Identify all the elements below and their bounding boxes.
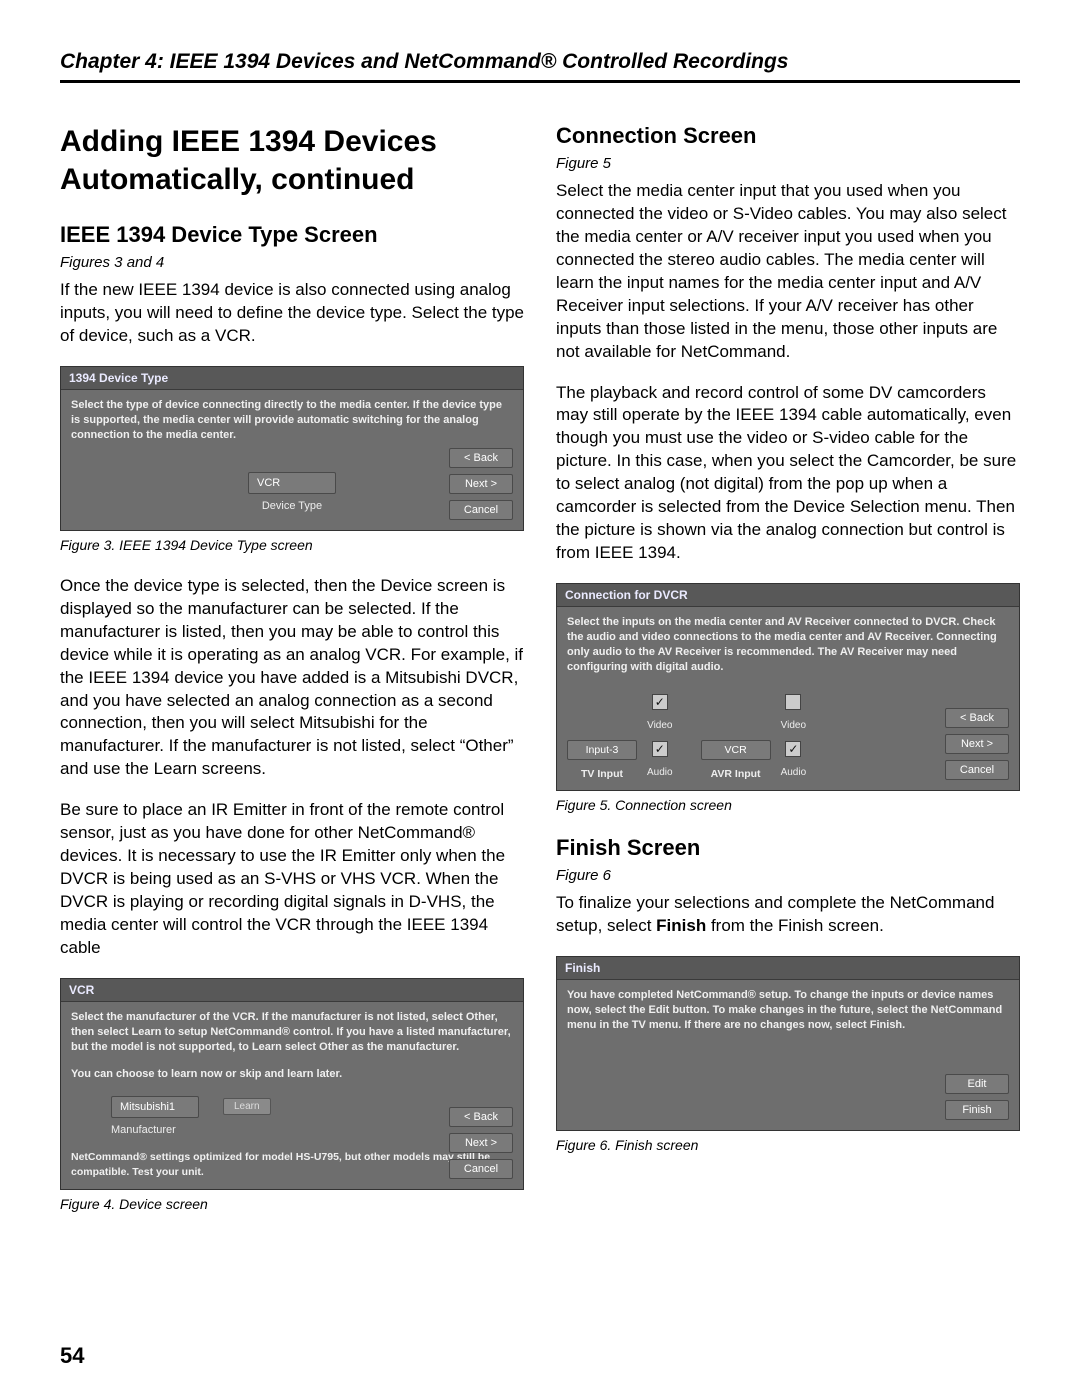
avr-video-checkbox[interactable] [785,694,801,710]
dialog-1394-device-type: 1394 Device Type Select the type of devi… [60,366,524,531]
section-title-device-type: IEEE 1394 Device Type Screen [60,222,524,248]
next-button[interactable]: Next > [945,734,1009,754]
video-label: Video [647,720,672,731]
tv-video-checkbox[interactable]: ✓ [652,694,668,710]
finish-bold: Finish [656,916,706,935]
two-column-layout: Adding IEEE 1394 Devices Automatically, … [60,123,1020,1234]
back-button[interactable]: < Back [449,1107,513,1127]
figure-5-caption: Figure 5. Connection screen [556,797,1020,813]
dialog-titlebar: VCR [61,979,523,1002]
section-title-connection: Connection Screen [556,123,1020,149]
audio-label: Audio [781,767,807,778]
cancel-button[interactable]: Cancel [449,1159,513,1179]
finish-button[interactable]: Finish [945,1100,1009,1120]
avr-input-group: VCR AVR Input Video ✓ Audio [701,694,807,780]
dialog-note: NetCommand® settings optimized for model… [71,1150,513,1178]
video-label: Video [781,720,806,731]
figure-ref-6: Figure 6 [556,867,1020,884]
avr-input-label: AVR Input [701,768,771,780]
para-ir-emitter: Be sure to place an IR Emitter in front … [60,799,524,960]
edit-button[interactable]: Edit [945,1074,1009,1094]
para-connection-2: The playback and record control of some … [556,382,1020,566]
back-button[interactable]: < Back [449,448,513,468]
para-device-type-intro: If the new IEEE 1394 device is also conn… [60,279,524,348]
next-button[interactable]: Next > [449,1133,513,1153]
learn-button[interactable]: Learn [223,1098,271,1115]
next-button[interactable]: Next > [449,474,513,494]
dialog-titlebar: 1394 Device Type [61,367,523,390]
device-type-field[interactable]: VCR [248,472,336,494]
chapter-header: Chapter 4: IEEE 1394 Devices and NetComm… [60,50,1020,83]
tv-input-group: Input-3 TV Input ✓ Video ✓ Audio [567,694,673,780]
dialog-connection-dvcr: Connection for DVCR Select the inputs on… [556,583,1020,791]
main-title: Adding IEEE 1394 Devices Automatically, … [60,123,524,198]
dialog-instruction: Select the manufacturer of the VCR. If t… [71,1010,513,1055]
dialog-instruction: Select the type of device connecting dir… [71,398,513,443]
dialog-instruction: Select the inputs on the media center an… [567,615,1009,674]
para-device-selected: Once the device type is selected, then t… [60,575,524,781]
tv-audio-checkbox[interactable]: ✓ [652,741,668,757]
dialog-titlebar: Connection for DVCR [557,584,1019,607]
device-type-label: Device Type [262,500,322,512]
back-button[interactable]: < Back [945,708,1009,728]
dialog-titlebar: Finish [557,957,1019,980]
left-column: Adding IEEE 1394 Devices Automatically, … [60,123,524,1234]
tv-input-label: TV Input [567,768,637,780]
page-number: 54 [60,1343,84,1369]
figure-3-caption: Figure 3. IEEE 1394 Device Type screen [60,537,524,553]
dialog-hint: You can choose to learn now or skip and … [71,1068,513,1080]
manufacturer-field[interactable]: Mitsubishi1 [111,1096,199,1118]
figure-4-caption: Figure 4. Device screen [60,1196,524,1212]
figure-ref-3-4: Figures 3 and 4 [60,254,524,271]
figure-ref-5: Figure 5 [556,155,1020,172]
manufacturer-label: Manufacturer [111,1124,199,1136]
para-connection-1: Select the media center input that you u… [556,180,1020,364]
figure-6-caption: Figure 6. Finish screen [556,1137,1020,1153]
finish-text-b: from the Finish screen. [706,916,884,935]
avr-audio-checkbox[interactable]: ✓ [785,741,801,757]
section-title-finish: Finish Screen [556,835,1020,861]
cancel-button[interactable]: Cancel [449,500,513,520]
cancel-button[interactable]: Cancel [945,760,1009,780]
dialog-instruction: You have completed NetCommand® setup. To… [567,988,1009,1033]
tv-input-field[interactable]: Input-3 [567,740,637,760]
audio-label: Audio [647,767,673,778]
dialog-finish: Finish You have completed NetCommand® se… [556,956,1020,1131]
avr-input-field[interactable]: VCR [701,740,771,760]
right-column: Connection Screen Figure 5 Select the me… [556,123,1020,1234]
para-finish: To finalize your selections and complete… [556,892,1020,938]
dialog-vcr-manufacturer: VCR Select the manufacturer of the VCR. … [60,978,524,1190]
